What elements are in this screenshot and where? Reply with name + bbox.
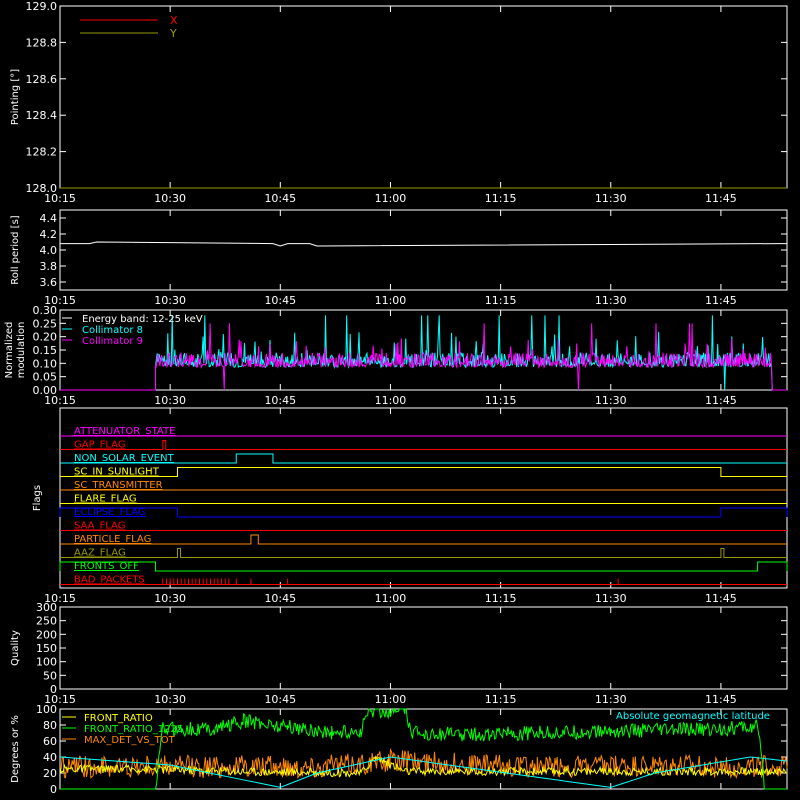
modulation-xtick-label: 10:30 — [154, 394, 186, 407]
pointing-xtick-label: 10:45 — [264, 192, 296, 205]
ratio-legend-label: MAX_DET_VS_TOT — [84, 735, 176, 746]
ratio-ytick-label: 100 — [36, 703, 57, 716]
modulation-ylabel-2: modulation — [16, 322, 27, 379]
modulation-legend-label: Collimator 8 — [82, 325, 143, 336]
pointing-legend-label: Y — [169, 27, 177, 40]
flags-xtick-label: 10:45 — [264, 592, 296, 605]
roll-xtick-label: 11:15 — [485, 294, 517, 307]
modulation-xtick-label: 11:30 — [595, 394, 627, 407]
flag-label: FLARE_FLAG — [74, 494, 137, 505]
flag-label: ECLIPSE_FLAG — [74, 507, 145, 518]
quality-xtick-label: 11:00 — [375, 693, 407, 706]
flag-label: SC_TRANSMITTER — [74, 480, 163, 491]
ratio-ytick-label: 20 — [43, 767, 57, 780]
pointing-xtick-label: 11:00 — [375, 192, 407, 205]
modulation-xtick-label: 10:45 — [264, 394, 296, 407]
modulation-ytick-label: 0.25 — [33, 317, 58, 330]
ratio-ylabel: Degrees or % — [10, 715, 21, 783]
flag-label: AAZ_FLAG — [74, 548, 126, 559]
roll-ytick-label: 4.0 — [40, 244, 58, 257]
ratio-legend-label: FRONT_RATIO_1225 — [84, 724, 183, 735]
modulation-ytick-label: 0.20 — [33, 331, 58, 344]
flag-label: BAD_PACKETS — [74, 575, 145, 586]
roll-xtick-label: 10:30 — [154, 294, 186, 307]
pointing-ytick-label: 129.0 — [26, 0, 58, 13]
pointing-ytick-label: 128.6 — [26, 73, 58, 86]
flags-xtick-label: 11:00 — [375, 592, 407, 605]
quality-ylabel: Quality — [10, 630, 21, 666]
roll-xtick-label: 10:45 — [264, 294, 296, 307]
roll-xtick-label: 11:00 — [375, 294, 407, 307]
roll-ytick-label: 4.4 — [40, 212, 58, 225]
quality-xtick-label: 11:30 — [595, 693, 627, 706]
quality-ytick-label: 300 — [36, 601, 57, 614]
flag-label: ATTENUATOR_STATE — [74, 426, 175, 437]
pointing-xtick-label: 10:30 — [154, 192, 186, 205]
modulation-ytick-label: 0.10 — [33, 357, 58, 370]
pointing-xtick-label: 11:45 — [705, 192, 737, 205]
figure: 128.0128.2128.4128.6128.8129.010:15 10:30… — [0, 0, 800, 800]
roll-ytick-label: 4.2 — [40, 228, 58, 241]
flag-label: NON_SOLAR_EVENT — [74, 453, 175, 464]
flags-xtick-label: 11:30 — [595, 592, 627, 605]
modulation-legend-label: Collimator 9 — [82, 336, 143, 347]
pointing-xtick-label: 10:15 — [44, 192, 76, 205]
flags-xtick-label: 11:45 — [705, 592, 737, 605]
modulation-xtick-label: 10:15 — [44, 394, 76, 407]
ratio-ytick-label: 40 — [43, 751, 57, 764]
pointing-ytick-label: 128.2 — [26, 146, 58, 159]
roll-ytick-label: 3.8 — [40, 260, 58, 273]
ratio-ytick-label: 80 — [43, 719, 57, 732]
modulation-xtick-label: 11:15 — [485, 394, 517, 407]
flag-label: FRONTS_OFF — [74, 561, 139, 572]
pointing-legend-label: X — [170, 14, 178, 27]
roll-xtick-label: 11:30 — [595, 294, 627, 307]
modulation-ytick-label: 0.30 — [33, 304, 58, 317]
quality-ytick-label: 150 — [36, 642, 57, 655]
quality-xtick-label: 10:45 — [264, 693, 296, 706]
quality-xtick-label: 10:30 — [154, 693, 186, 706]
ratio-ytick-label: 0 — [50, 783, 57, 796]
flag-label: GAP_FLAG — [74, 440, 126, 451]
modulation-xtick-label: 11:00 — [375, 394, 407, 407]
flags-xtick-label: 10:30 — [154, 592, 186, 605]
modulation-ytick-label: 0.05 — [33, 371, 58, 384]
pointing-ytick-label: 128.8 — [26, 36, 58, 49]
flag-label: SAA_FLAG — [74, 521, 125, 532]
roll-ylabel: Roll period [s] — [10, 215, 21, 284]
flags-ylabel: Flags — [32, 485, 43, 511]
modulation-ylabel-1: Normalized — [4, 322, 15, 379]
modulation-xtick-label: 11:45 — [705, 394, 737, 407]
quality-xtick-label: 11:15 — [485, 693, 517, 706]
ratio-latitude-label: Absolute geomagnetic latitude — [616, 711, 770, 722]
flag-label: PARTICLE_FLAG — [74, 534, 151, 545]
quality-ytick-label: 100 — [36, 656, 57, 669]
pointing-ylabel: Pointing [°] — [10, 69, 21, 125]
ratio-legend-label: FRONT_RATIO — [84, 713, 153, 724]
roll-xtick-label: 11:45 — [705, 294, 737, 307]
modulation-legend-label: Energy band: 12-25 keV — [82, 314, 203, 325]
flag-label: SC_IN_SUNLIGHT — [74, 467, 160, 478]
quality-ytick-label: 250 — [36, 615, 57, 628]
quality-ytick-label: 200 — [36, 628, 57, 641]
flags-xtick-label: 11:15 — [485, 592, 517, 605]
pointing-xtick-label: 11:15 — [485, 192, 517, 205]
pointing-ytick-label: 128.4 — [26, 109, 58, 122]
roll-ytick-label: 3.6 — [40, 276, 58, 289]
quality-ytick-label: 50 — [43, 669, 57, 682]
pointing-xtick-label: 11:30 — [595, 192, 627, 205]
ratio-ytick-label: 60 — [43, 735, 57, 748]
modulation-ytick-label: 0.15 — [33, 344, 58, 357]
quality-xtick-label: 11:45 — [705, 693, 737, 706]
